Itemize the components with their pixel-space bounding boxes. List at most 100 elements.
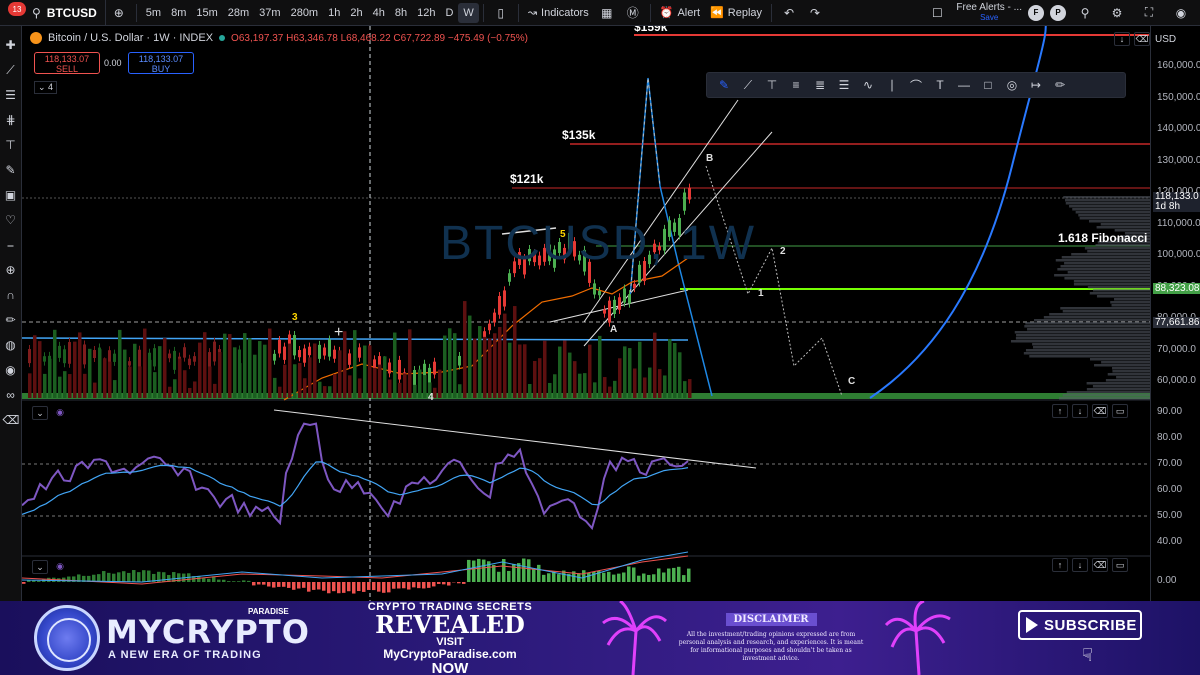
checkbox-icon[interactable]: ☐ [928,4,946,22]
pitchfork-icon[interactable]: ⋕ [3,111,19,129]
add-symbol-icon[interactable]: ⊕ [110,4,128,22]
line-tool-icon[interactable]: ⟋ [739,78,757,93]
move-up-icon[interactable]: ↑ [1052,558,1068,572]
ruler-icon[interactable]: ⎯ [3,236,19,254]
volume-bar [298,362,302,398]
buy-button[interactable]: 118,133.07 BUY [128,52,194,74]
templates-icon[interactable]: Ⓜ [624,4,642,22]
layout-grid-icon[interactable]: ▦ [598,4,616,22]
disclaimer-box: DISCLAIMER All the investment/trading op… [676,609,866,663]
sell-button[interactable]: 118,133.07 SELL [34,52,100,74]
drawing-toolbar: ✎ ⟋ ⊤ ≡ ≣ ☰ ∿ ∣ ⌒ T — □ ◎ ↦ ✏ [706,72,1126,98]
eye-icon[interactable]: ◉ [3,361,19,379]
measure-tool-icon[interactable]: ↦ [1027,78,1045,92]
pencil-tool-icon[interactable]: ✏ [1051,78,1069,92]
interval-4h[interactable]: 4h [368,0,390,25]
interval-2h[interactable]: 2h [345,0,367,25]
interval-W[interactable]: W [458,2,479,23]
save-link[interactable]: Save [980,13,998,23]
interval-280m[interactable]: 280m [286,0,324,25]
volume-bar [238,363,242,398]
price-axis[interactable]: USD 160,000.0 150,000.0 140,000.0 130,000.0… [1150,26,1200,601]
rectangle-tool-icon[interactable]: □ [979,78,997,92]
avatar-p[interactable]: P [1050,4,1066,21]
settings-gear-icon[interactable]: ⚙ [1108,4,1126,22]
link-icon[interactable]: ∞ [3,386,19,404]
curve-tool-icon[interactable]: ⌒ [907,77,925,94]
macd-bar [342,582,346,593]
collapse-chevron-icon[interactable]: ⌄ [32,406,48,420]
camera-icon[interactable]: ◉ [1172,4,1190,22]
volume-bar [688,379,692,398]
legend-title[interactable]: Bitcoin / U.S. Dollar · 1W · INDEX [48,32,213,44]
volume-profile-bar [1071,253,1150,256]
macd-pane-buttons: ↑ ↓ ⌫ ▭ [1052,558,1128,572]
volume-bar [418,369,422,398]
interval-8h[interactable]: 8h [390,0,412,25]
currency-label[interactable]: USD [1155,34,1176,45]
trash-icon[interactable]: ⌫ [3,411,20,429]
fib-channel-icon[interactable]: ≣ [811,78,829,92]
quick-search-icon[interactable]: ⚲ [1076,4,1094,22]
indicators-button[interactable]: ↝ Indicators [523,0,594,25]
zoom-in-icon[interactable]: ⊕ [3,261,19,279]
subscribe-button[interactable]: SUBSCRIBE [1018,610,1142,640]
rsi-indicator-icon[interactable]: ◉ [52,406,68,420]
fib-extension-icon[interactable]: ≡ [787,78,805,92]
interval-37m[interactable]: 37m [254,0,285,25]
fib-timezone-icon[interactable]: ☰ [835,78,853,92]
interval-D[interactable]: D [440,0,458,25]
horizontal-lines-icon[interactable]: ☰ [3,86,19,104]
image-icon[interactable]: ▣ [3,186,19,204]
fib-tool-icon[interactable]: ⊤ [3,136,19,154]
brush-tool-icon[interactable]: ✎ [715,78,733,92]
fullscreen-icon[interactable]: ⛶ [1140,4,1158,22]
vertical-line-icon[interactable]: ∣ [883,78,901,92]
chart-area[interactable]: BTCUSD, 1W $159k $135k $121k 1.618 Fibon… [22,26,1150,601]
replay-button[interactable]: ⏪ Replay [705,0,767,25]
move-down-icon[interactable]: ↓ [1114,32,1130,46]
indicators-count-toggle[interactable]: ⌄ 4 [34,81,58,94]
collapse-chevron-icon[interactable]: ⌄ [32,560,48,574]
delete-pane-icon[interactable]: ⌫ [1134,32,1150,46]
magnet-icon[interactable]: ∩ [3,286,19,304]
interval-5m[interactable]: 5m [141,0,166,25]
macd-bar [232,581,236,582]
move-up-icon[interactable]: ↑ [1052,404,1068,418]
text-tool-icon[interactable]: T [931,78,949,92]
circle-tool-icon[interactable]: ◎ [1003,78,1021,92]
lock-icon[interactable]: ◍ [3,336,19,354]
pencil-lock-icon[interactable]: ✏ [3,311,19,329]
fib-retracement-icon[interactable]: ⊤ [763,78,781,92]
delete-pane-icon[interactable]: ⌫ [1092,404,1108,418]
interval-15m[interactable]: 15m [191,0,222,25]
path-tool-icon[interactable]: ∿ [859,78,877,92]
brush-icon[interactable]: ✎ [3,161,19,179]
interval-1h[interactable]: 1h [323,0,345,25]
macd-indicator-icon[interactable]: ◉ [52,560,68,574]
candle-type-icon[interactable]: ▯ [492,4,510,22]
horizontal-ray-icon[interactable]: — [955,78,973,92]
delete-pane-icon[interactable]: ⌫ [1092,558,1108,572]
free-alerts-label[interactable]: Free Alerts - ... Save [956,2,1022,23]
volume-profile-bar [1055,259,1150,262]
maximize-pane-icon[interactable]: ▭ [1112,404,1128,418]
move-down-icon[interactable]: ↓ [1072,404,1088,418]
heart-icon[interactable]: ♡ [3,211,19,229]
interval-28m[interactable]: 28m [223,0,254,25]
crosshair-icon[interactable]: ✚ [3,36,19,54]
redo-icon[interactable]: ↷ [806,4,824,22]
volume-bar [278,386,282,398]
undo-icon[interactable]: ↶ [780,4,798,22]
alert-button[interactable]: ⏰ Alert [655,0,705,25]
avatar-f[interactable]: F [1028,4,1044,21]
spread-value: 0.00 [104,58,122,68]
volume-profile-bar [1093,289,1150,292]
notification-badge[interactable]: 13 [8,2,26,16]
interval-12h[interactable]: 12h [412,0,440,25]
trend-line-icon[interactable]: ⟋ [3,61,19,79]
volume-bar [78,332,82,398]
move-down-icon[interactable]: ↓ [1072,558,1088,572]
maximize-pane-icon[interactable]: ▭ [1112,558,1128,572]
interval-8m[interactable]: 8m [166,0,191,25]
